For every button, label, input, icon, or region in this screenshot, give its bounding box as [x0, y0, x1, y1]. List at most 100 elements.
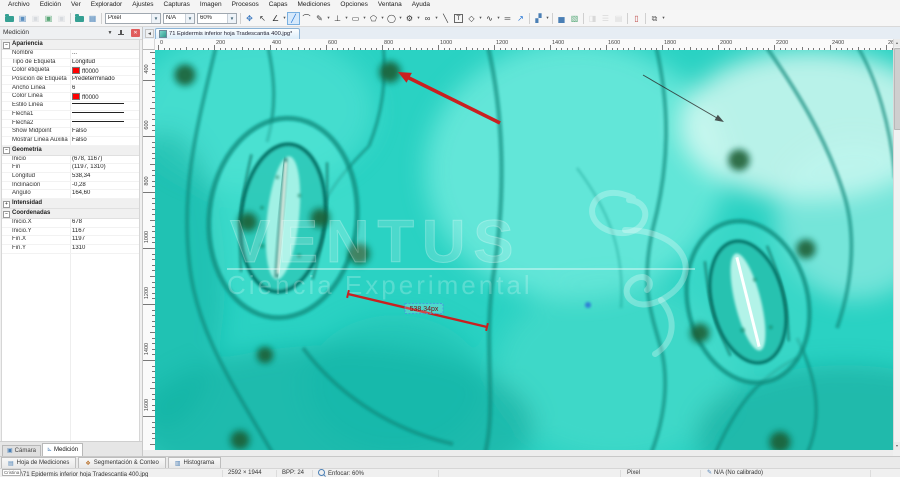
property-value[interactable] — [72, 102, 138, 110]
property-row[interactable]: Fin(1197, 1310) — [2, 164, 139, 173]
image-canvas[interactable]: VENTUS Ciencia Experimental — [155, 50, 893, 450]
polygon-tool-icon[interactable]: ⬠ — [367, 12, 380, 25]
section-apariencia[interactable]: −Apariencia — [2, 40, 139, 50]
callout-tool-icon[interactable]: ◇ — [465, 12, 478, 25]
grid-button-icon[interactable]: ▤ — [612, 12, 625, 25]
property-row[interactable]: Longitud538,34 — [2, 173, 139, 182]
property-row[interactable]: Ancho Linea6 — [2, 85, 139, 94]
property-row[interactable]: Flecha2 — [2, 120, 139, 129]
property-value[interactable]: ... — [72, 50, 138, 58]
menu-edición[interactable]: Edición — [35, 0, 66, 10]
menu-ayuda[interactable]: Ayuda — [407, 0, 435, 10]
property-row[interactable]: Tipo de EtiquetaLongitud — [2, 59, 139, 68]
property-value[interactable]: 1167 — [72, 228, 138, 236]
property-row[interactable]: Posición de EtiquetaPredeterminado — [2, 76, 139, 85]
property-value[interactable]: 678 — [72, 219, 138, 227]
panel-close-icon[interactable]: ✕ — [131, 29, 140, 37]
property-value[interactable]: Falso — [72, 137, 138, 145]
thumbnail-view-icon[interactable]: ▦ — [86, 12, 99, 25]
scatter-tool-icon[interactable]: ▞ — [532, 12, 545, 25]
unit-select[interactable]: Pixel▼ — [105, 13, 161, 24]
collapse-icon[interactable]: − — [3, 211, 10, 218]
menu-explorador[interactable]: Explorador — [86, 0, 127, 10]
browse-folder-icon[interactable] — [73, 12, 86, 25]
pen-tool-icon[interactable]: ✎ — [313, 12, 326, 25]
panel-menu-caret-icon[interactable]: ▼ — [106, 29, 114, 37]
rectangle-tool-icon[interactable]: ▭ — [349, 12, 362, 25]
list-button-icon[interactable]: ☰ — [599, 12, 612, 25]
property-row[interactable]: Fin.Y1310 — [2, 245, 139, 254]
parallel-tool-icon[interactable]: ═ — [501, 12, 514, 25]
text-tool-icon[interactable]: T — [454, 14, 463, 23]
property-row[interactable]: Inicio.X678 — [2, 219, 139, 228]
line-tool-icon[interactable]: ╱ — [287, 12, 300, 25]
batch-save-icon[interactable]: ▣ — [42, 12, 55, 25]
property-value[interactable]: Longitud — [72, 59, 138, 67]
tab-scroll-left-button[interactable]: ◄ — [145, 29, 154, 38]
property-row[interactable]: Nombre... — [2, 50, 139, 59]
bottom-tab-histograma[interactable]: ▥Histograma — [168, 457, 221, 468]
chevron-down-icon[interactable]: ▼ — [185, 14, 194, 23]
property-row[interactable]: Show MidpointFalso — [2, 128, 139, 137]
select-tool-icon[interactable]: ↖ — [256, 12, 269, 25]
diagonal-tool-icon[interactable]: ╲ — [439, 12, 452, 25]
collapse-icon[interactable]: − — [3, 42, 10, 49]
property-row[interactable]: Estilo Linea — [2, 102, 139, 111]
menu-capturas[interactable]: Capturas — [159, 0, 195, 10]
menu-ventana[interactable]: Ventana — [373, 0, 407, 10]
property-value[interactable]: 6 — [72, 85, 138, 93]
perpendicular-tool-icon[interactable]: ⊥ — [331, 12, 344, 25]
arrow-tool-icon[interactable]: ↗ — [514, 12, 527, 25]
property-value[interactable]: 538,34 — [72, 173, 138, 181]
property-row[interactable]: Color Lineaff0000 — [2, 93, 139, 102]
angle-tool-icon[interactable]: ∠ — [269, 12, 282, 25]
curve-tool-icon[interactable]: ⌒ — [300, 12, 313, 25]
panel-tab-medición[interactable]: ⊾Medición — [42, 443, 83, 456]
property-value[interactable] — [72, 111, 138, 119]
property-value[interactable]: (678, 1167) — [72, 156, 138, 164]
image-document-tab[interactable]: 71 Epidermis inferior hoja Tradescantia … — [155, 28, 300, 39]
property-row[interactable]: Fin.X1197 — [2, 236, 139, 245]
property-value[interactable]: Predeterminado — [72, 76, 138, 84]
property-row[interactable]: Inicio.Y1167 — [2, 228, 139, 237]
scroll-down-icon[interactable]: ▼ — [894, 442, 900, 450]
export-button-icon[interactable]: ⧉ — [648, 12, 661, 25]
property-row[interactable]: Mostrar Linea AuxiliarFalso — [2, 137, 139, 146]
menu-ajustes[interactable]: Ajustes — [127, 0, 158, 10]
bottom-tab-segmentaci-n-conteo[interactable]: ❖Segmentación & Conteo — [78, 457, 165, 468]
property-value[interactable]: 1197 — [72, 236, 138, 244]
save-icon[interactable]: ▣ — [16, 12, 29, 25]
property-value[interactable]: Falso — [72, 128, 138, 136]
property-value[interactable]: -0,28 — [72, 182, 138, 190]
save-as-icon[interactable]: ▣ — [29, 12, 42, 25]
menu-ver[interactable]: Ver — [66, 0, 86, 10]
ellipse-tool-icon[interactable]: ◯ — [385, 12, 398, 25]
menu-archivo[interactable]: Archivo — [3, 0, 35, 10]
layer-button-icon[interactable]: ◨ — [586, 12, 599, 25]
connector-tool-icon[interactable]: ∞ — [421, 12, 434, 25]
property-value[interactable]: 1310 — [72, 245, 138, 253]
menu-capas[interactable]: Capas — [264, 0, 293, 10]
histogram-button-icon[interactable]: ▅ — [555, 12, 568, 25]
zoom-select[interactable]: 60%▼ — [197, 13, 237, 24]
property-row[interactable]: Inicio(678, 1167) — [2, 156, 139, 165]
panel-pin-icon[interactable] — [117, 29, 125, 37]
scrollbar-thumb[interactable] — [894, 48, 900, 130]
expand-icon[interactable]: + — [3, 201, 10, 208]
bottom-tab-hoja-de-mediciones[interactable]: ▤Hoja de Mediciones — [1, 457, 76, 468]
property-value[interactable] — [72, 120, 138, 128]
chevron-down-icon[interactable]: ▼ — [227, 14, 236, 23]
image-info-button-icon[interactable]: ▧ — [568, 12, 581, 25]
scroll-up-icon[interactable]: ▲ — [894, 39, 900, 47]
property-row[interactable]: Ángulo164,60 — [2, 190, 139, 199]
panel-tab-cámara[interactable]: ▣Cámara — [2, 445, 41, 456]
close-file-icon[interactable]: ▣ — [55, 12, 68, 25]
property-row[interactable]: Inclinación-0,28 — [2, 182, 139, 191]
open-image-icon[interactable] — [3, 12, 16, 25]
section-coordenadas[interactable]: −Coordenadas — [2, 209, 139, 219]
section-intensidad[interactable]: +Intensidad — [2, 199, 139, 209]
wave-tool-icon[interactable]: ∿ — [483, 12, 496, 25]
section-geometría[interactable]: −Geometría — [2, 146, 139, 156]
chevron-down-icon[interactable]: ▼ — [151, 14, 160, 23]
property-row[interactable]: Flecha1 — [2, 111, 139, 120]
